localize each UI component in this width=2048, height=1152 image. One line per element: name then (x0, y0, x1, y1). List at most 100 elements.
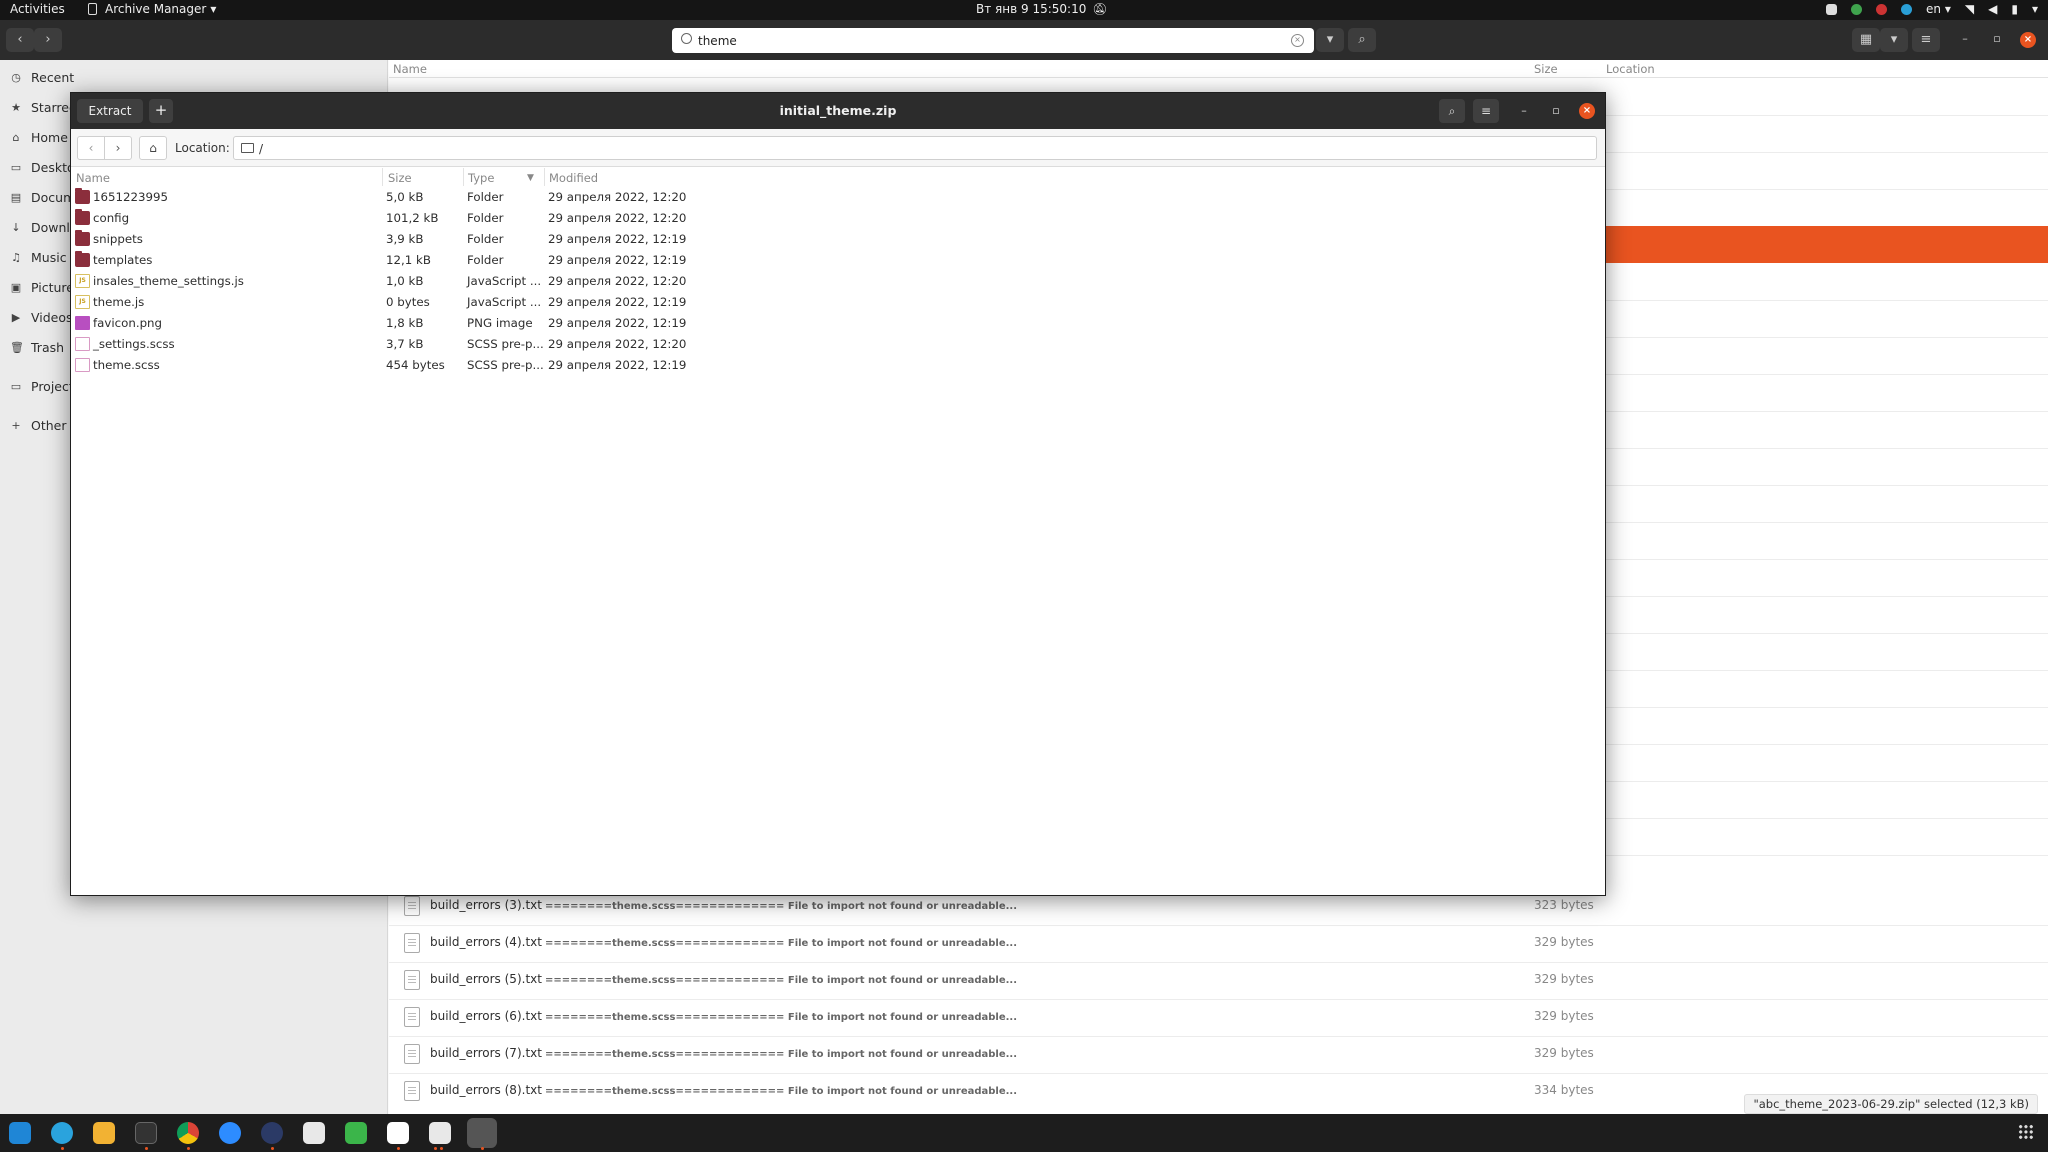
clock-app-icon[interactable] (261, 1122, 283, 1144)
sidebar-item-home[interactable]: ⌂ Home (10, 126, 68, 148)
cell-type: Folder (467, 232, 504, 246)
sidebar-item-recent[interactable]: ◷ Recent (10, 66, 74, 88)
column-size[interactable]: Size (388, 171, 412, 185)
sidebar-item-starred[interactable]: ★ Starred (10, 96, 77, 118)
text-file-icon (404, 1007, 420, 1027)
cell-modified: 29 апреля 2022, 12:19 (548, 295, 687, 309)
extract-button[interactable]: Extract (77, 99, 143, 123)
cell-name: config (93, 211, 130, 225)
shield-icon[interactable] (1851, 3, 1863, 15)
column-type[interactable]: Type (468, 171, 494, 185)
search-options-button[interactable]: ▾ (1316, 28, 1344, 52)
trash-icon: 🗑︎ (10, 340, 24, 354)
back-button[interactable]: ‹ (6, 28, 34, 52)
menu-button[interactable]: ≡ (1912, 28, 1940, 52)
app-menu[interactable]: Archive Manager ▾ (88, 2, 216, 16)
files-icon[interactable] (429, 1122, 451, 1144)
close-button[interactable]: × (1579, 103, 1595, 119)
archive-manager-dock-icon[interactable] (467, 1118, 497, 1148)
zoom-icon[interactable] (219, 1122, 241, 1144)
list-item[interactable]: build_errors (7).txt ========theme.scss==… (400, 1036, 2020, 1072)
column-name[interactable]: Name (76, 171, 110, 185)
telegram-tray-icon[interactable] (1901, 3, 1913, 15)
table-row[interactable]: theme.scss 454 bytes SCSS pre-p... 29 ап… (71, 355, 1605, 376)
maximize-button[interactable]: ▫ (1988, 30, 2006, 48)
show-apps-icon[interactable] (2018, 1124, 2034, 1140)
file-size: 329 bytes (1534, 935, 1594, 949)
table-row[interactable]: favicon.png 1,8 kB PNG image 29 апреля 2… (71, 313, 1605, 334)
sidebar-item-label: Videos (31, 309, 73, 325)
text-file-icon (404, 933, 420, 953)
maximize-button[interactable]: ▫ (1547, 102, 1565, 120)
search-field[interactable]: × (672, 28, 1314, 53)
table-row[interactable]: JS theme.js 0 bytes JavaScript ... 29 ап… (71, 292, 1605, 313)
app-menu-label: Archive Manager (105, 2, 207, 16)
location-field[interactable] (233, 136, 1597, 160)
volume-icon[interactable]: ◀ (1988, 2, 1997, 16)
search-button[interactable]: ⌕ (1439, 99, 1465, 123)
vscode-icon[interactable] (9, 1122, 31, 1144)
list-item[interactable]: build_errors (4).txt ========theme.scss==… (400, 925, 2020, 961)
cell-size: 3,7 kB (386, 337, 424, 351)
image-editor-icon[interactable] (303, 1122, 325, 1144)
list-item[interactable]: build_errors (5).txt ========theme.scss==… (400, 962, 2020, 998)
file-name: build_errors (3).txt (430, 898, 542, 912)
wifi-icon[interactable]: ◥ (1965, 2, 1974, 16)
hamburger-menu-button[interactable]: ≡ (1473, 99, 1499, 123)
files-column-headers: Name Size Location (389, 60, 2048, 78)
column-name[interactable]: Name (393, 62, 427, 76)
clear-search-icon[interactable]: × (1291, 34, 1304, 47)
terminal-icon[interactable] (135, 1122, 157, 1144)
battery-icon[interactable]: ▮ (2011, 2, 2018, 16)
desktop-icon: ▭ (10, 160, 22, 174)
folder-icon (75, 230, 90, 246)
cell-size: 1,8 kB (386, 316, 424, 330)
cell-size: 101,2 kB (386, 211, 439, 225)
location-input[interactable] (259, 140, 1559, 157)
search-input[interactable] (698, 31, 1258, 50)
add-files-button[interactable]: + (149, 99, 173, 123)
notes-icon[interactable] (93, 1122, 115, 1144)
minimize-button[interactable]: – (1515, 102, 1533, 120)
column-modified[interactable]: Modified (549, 171, 598, 185)
view-options-button[interactable]: ▾ (1880, 28, 1908, 52)
tray-app-icon[interactable] (1826, 3, 1838, 15)
column-size[interactable]: Size (1534, 62, 1558, 76)
activities-button[interactable]: Activities (10, 2, 65, 16)
home-button[interactable]: ⌂ (139, 136, 167, 160)
close-button[interactable]: × (2020, 32, 2036, 48)
file-snippet: ========theme.scss============= File to … (544, 938, 1018, 949)
system-tray: en ▾ ◥ ◀ ▮ ▾ (1826, 2, 2038, 16)
clock[interactable]: Вт янв 9 15:50:10 🔕︎ (976, 2, 1108, 16)
forward-button[interactable]: › (34, 28, 62, 52)
tray-red-icon[interactable] (1876, 3, 1888, 15)
column-location[interactable]: Location (1606, 62, 1655, 76)
selection-status: "abc_theme_2023-06-29.zip" selected (12,… (1744, 1094, 2038, 1114)
file-name: build_errors (4).txt (430, 935, 542, 949)
language-label: en (1926, 2, 1942, 16)
table-row[interactable]: 1651223995 5,0 kB Folder 29 апреля 2022,… (71, 187, 1605, 208)
list-item[interactable]: build_errors (6).txt ========theme.scss==… (400, 999, 2020, 1035)
search-toggle-button[interactable]: ⌕ (1348, 28, 1376, 52)
sidebar-item-trash[interactable]: 🗑︎ Trash (10, 336, 64, 358)
puzzle-icon[interactable] (345, 1122, 367, 1144)
sidebar-item-label: Home (31, 129, 68, 145)
sidebar-item-music[interactable]: ♫ Music (10, 246, 67, 268)
postman-p-icon[interactable] (387, 1122, 409, 1144)
location-label: Location: (175, 141, 230, 155)
forward-button[interactable]: › (104, 136, 132, 160)
telegram-icon[interactable] (51, 1122, 73, 1144)
system-menu-chevron-icon[interactable]: ▾ (2032, 2, 2038, 16)
table-row[interactable]: snippets 3,9 kB Folder 29 апреля 2022, 1… (71, 229, 1605, 250)
sidebar-item-videos[interactable]: ▶ Videos (10, 306, 73, 328)
back-button[interactable]: ‹ (77, 136, 105, 160)
table-row[interactable]: config 101,2 kB Folder 29 апреля 2022, 1… (71, 208, 1605, 229)
table-row[interactable]: templates 12,1 kB Folder 29 апреля 2022,… (71, 250, 1605, 271)
minimize-button[interactable]: – (1956, 30, 1974, 48)
video-icon: ▶ (11, 310, 21, 324)
language-indicator[interactable]: en ▾ (1926, 2, 1951, 16)
grid-view-button[interactable]: ▦ (1852, 28, 1880, 52)
chrome-icon[interactable] (177, 1122, 199, 1144)
table-row[interactable]: JS insales_theme_settings.js 1,0 kB Java… (71, 271, 1605, 292)
table-row[interactable]: _settings.scss 3,7 kB SCSS pre-p... 29 а… (71, 334, 1605, 355)
